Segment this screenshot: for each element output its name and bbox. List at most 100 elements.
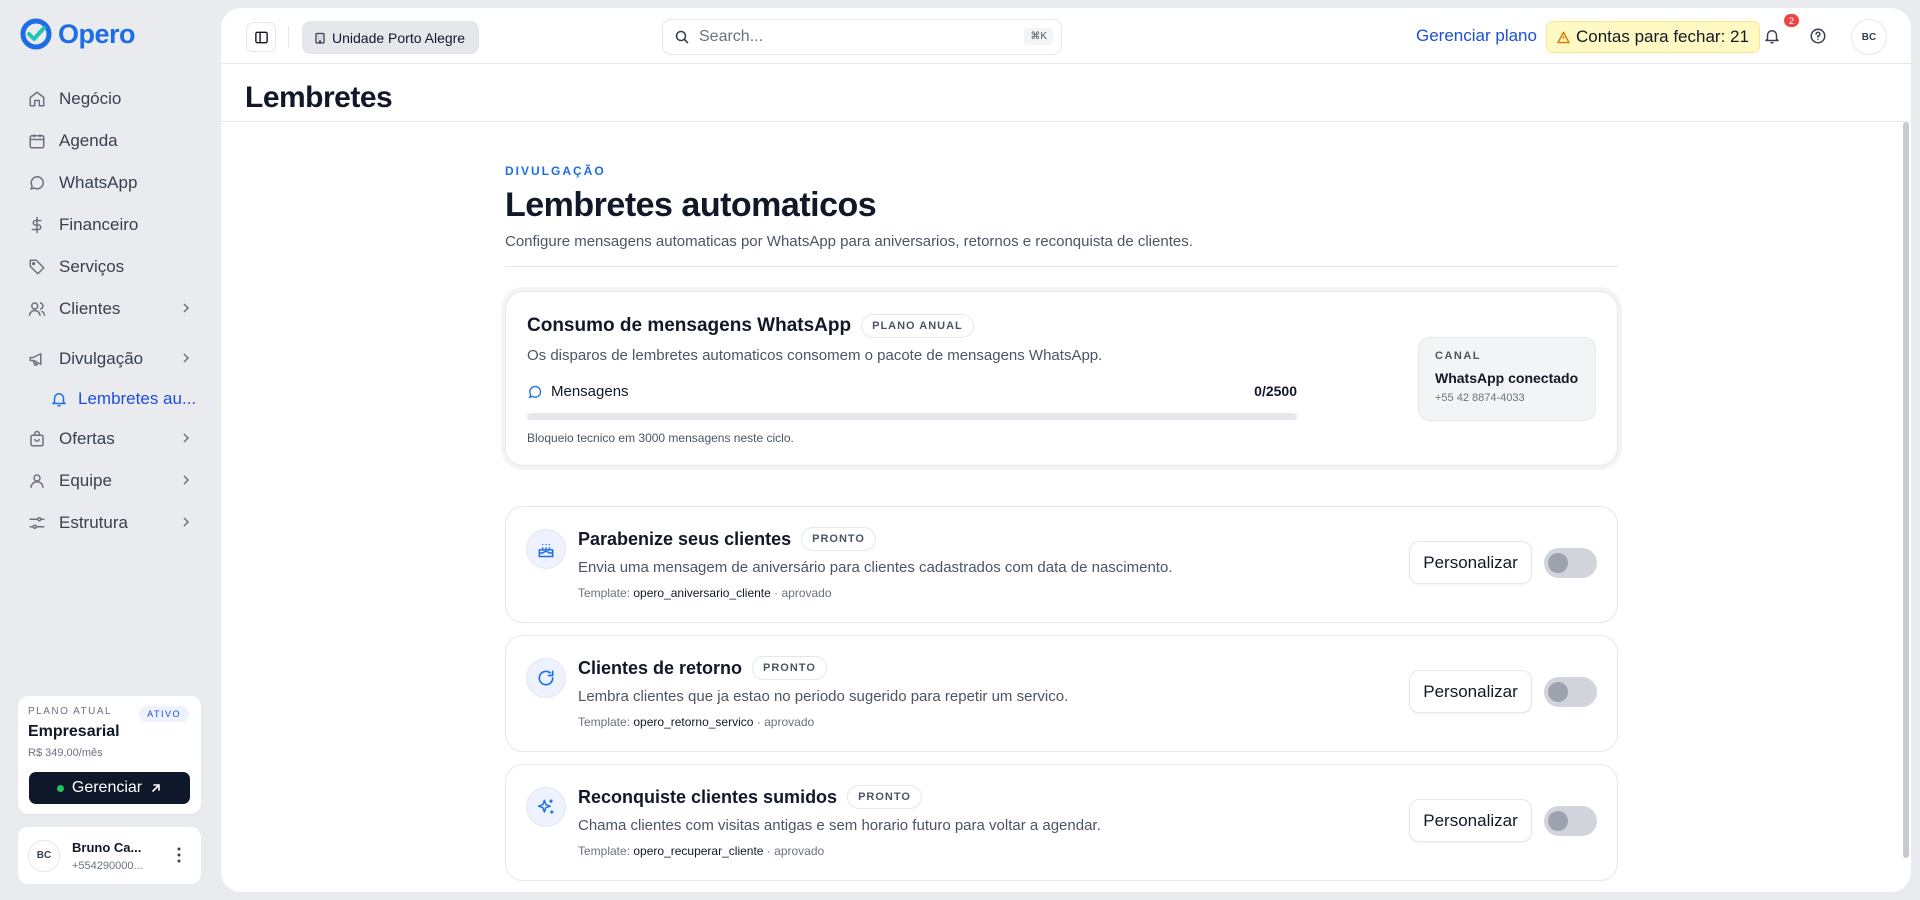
reminder-description: Chama clientes com visitas antigas e sem… [578, 817, 1101, 834]
dollar-icon [28, 216, 46, 234]
sidebar-item-clientes[interactable]: Clientes [20, 288, 200, 330]
search-box[interactable]: ⌘K [662, 19, 1062, 55]
sparkles-icon [526, 787, 566, 827]
refresh-icon [526, 658, 566, 698]
chat-icon [529, 385, 542, 398]
chevron-right-icon [183, 353, 190, 363]
channel-phone: +55 42 8874-4033 [1435, 392, 1525, 404]
warning-icon [1557, 31, 1570, 43]
sidebar-item-whatsapp[interactable]: WhatsApp [20, 162, 200, 204]
sidebar-item-financeiro[interactable]: Financeiro [20, 204, 200, 246]
section-subtitle: Configure mensagens automaticas por What… [505, 233, 1193, 250]
sidebar-item-servicos[interactable]: Serviços [20, 246, 200, 288]
scrollbar-thumb[interactable] [1903, 122, 1909, 858]
search-icon [675, 30, 689, 44]
user-info: Bruno Ca... +554290000... [72, 840, 143, 872]
plan-card: PLANO ATUAL ATIVO Empresarial R$ 349,00/… [18, 696, 201, 814]
template-name: opero_aniversario_cliente [633, 586, 771, 600]
user-card[interactable]: BC Bruno Ca... +554290000... [18, 827, 201, 884]
sidebar-subitem-label: Lembretes au... [78, 389, 197, 408]
unit-name: Unidade Porto Alegre [332, 29, 466, 46]
customize-button[interactable]: Personalizar [1409, 541, 1532, 584]
divider [505, 266, 1618, 267]
sidebar-nav: Negócio Agenda WhatsApp Financeiro Servi… [20, 78, 200, 544]
sidebar-item-label: Ofertas [59, 429, 115, 448]
reminder-title-row: Parabenize seus clientes PRONTO [578, 527, 876, 551]
search-input[interactable] [699, 28, 999, 46]
chevron-right-icon [183, 475, 190, 485]
sidebar-item-equipe[interactable]: Equipe [20, 460, 200, 502]
sidebar-subitem-lembretes[interactable]: Lembretes au... [20, 380, 200, 418]
accounts-alert-button[interactable]: Contas para fechar: 21 [1546, 21, 1760, 53]
usage-title-row: Consumo de mensagens WhatsApp PLANO ANUA… [527, 314, 974, 338]
status-badge: PRONTO [752, 656, 827, 680]
chevron-right-icon [183, 517, 190, 527]
channel-card: CANAL WhatsApp conectado +55 42 8874-403… [1418, 337, 1596, 421]
reminder-card-retorno: Clientes de retorno PRONTO Lembra client… [505, 635, 1618, 752]
reminder-title: Reconquiste clientes sumidos [578, 786, 838, 807]
notifications-bell-icon[interactable] [1763, 27, 1781, 45]
status-badge: PRONTO [801, 527, 876, 551]
reminder-template: Template: opero_recuperar_cliente · apro… [578, 844, 824, 858]
sidebar-item-ofertas[interactable]: Ofertas [20, 418, 200, 460]
sidebar-item-label: Agenda [59, 131, 118, 150]
user-name: Bruno Ca... [72, 839, 142, 855]
status-dot [56, 784, 64, 792]
avatar: BC [28, 839, 60, 872]
sidebar-item-agenda[interactable]: Agenda [20, 120, 200, 162]
logo[interactable]: Opero [20, 18, 136, 50]
messages-label: Mensagens [551, 383, 629, 400]
megaphone-icon [28, 350, 46, 368]
manage-plan-label: Gerenciar [71, 779, 143, 796]
messages-count: 0/2500 [1254, 383, 1297, 399]
logo-text: Opero [58, 18, 136, 49]
notification-count-badge: 2 [1784, 14, 1799, 27]
building-icon [315, 32, 325, 44]
sidebar-item-estrutura[interactable]: Estrutura [20, 502, 200, 544]
scrollbar[interactable] [1901, 122, 1911, 862]
reminder-title: Clientes de retorno [578, 657, 743, 678]
user-phone: +554290000... [72, 859, 143, 872]
template-status: · aprovado [766, 844, 825, 858]
sidebar-toggle-button[interactable] [246, 22, 276, 52]
toggle-knob [1548, 553, 1568, 573]
template-status: · aprovado [756, 715, 815, 729]
template-status: · aprovado [774, 586, 832, 600]
reminder-template: Template: opero_retorno_servico · aprova… [578, 715, 814, 729]
unit-selector[interactable]: Unidade Porto Alegre [302, 21, 480, 54]
user-avatar-button[interactable]: BC [1851, 19, 1887, 55]
sidebar-item-label: Estrutura [59, 513, 128, 532]
sidebar-item-divulgacao[interactable]: Divulgação [20, 338, 200, 380]
sidebar-item-label: WhatsApp [59, 173, 138, 192]
section-heading: Lembretes automaticos [505, 186, 877, 224]
reminder-title: Parabenize seus clientes [578, 528, 792, 549]
status-badge: PRONTO [847, 785, 922, 809]
customize-button[interactable]: Personalizar [1409, 670, 1532, 713]
channel-label: CANAL [1435, 350, 1481, 362]
template-label: Template: [578, 844, 631, 858]
reminder-title-row: Clientes de retorno PRONTO [578, 656, 827, 680]
manage-plan-link[interactable]: Gerenciar plano [1416, 26, 1537, 46]
accounts-alert-label: Contas para fechar: 21 [1576, 27, 1749, 46]
reminder-toggle[interactable] [1544, 806, 1597, 836]
user-icon [28, 472, 46, 490]
template-label: Template: [578, 715, 631, 729]
reminder-title-row: Reconquiste clientes sumidos PRONTO [578, 785, 922, 809]
help-icon[interactable] [1809, 27, 1827, 45]
customize-button[interactable]: Personalizar [1409, 799, 1532, 842]
plan-price: R$ 349,00/mês [28, 747, 103, 759]
manage-plan-button[interactable]: Gerenciar [29, 772, 190, 804]
reminder-template: Template: opero_aniversario_cliente · ap… [578, 586, 832, 600]
sidebar-item-label: Divulgação [59, 349, 144, 368]
reminder-card-aniversario: Parabenize seus clientes PRONTO Envia um… [505, 506, 1618, 623]
sidebar-toggle-icon [254, 31, 268, 43]
toggle-knob [1548, 811, 1568, 831]
more-vertical-icon[interactable] [177, 847, 181, 863]
messages-progress-bar [527, 413, 1297, 420]
sidebar-item-negocio[interactable]: Negócio [20, 78, 200, 120]
sidebar-item-label: Serviços [59, 257, 125, 276]
reminder-toggle[interactable] [1544, 548, 1597, 578]
usage-description: Os disparos de lembretes automaticos con… [527, 347, 1103, 364]
message-usage-card: Consumo de mensagens WhatsApp PLANO ANUA… [505, 291, 1618, 466]
reminder-toggle[interactable] [1544, 677, 1597, 707]
